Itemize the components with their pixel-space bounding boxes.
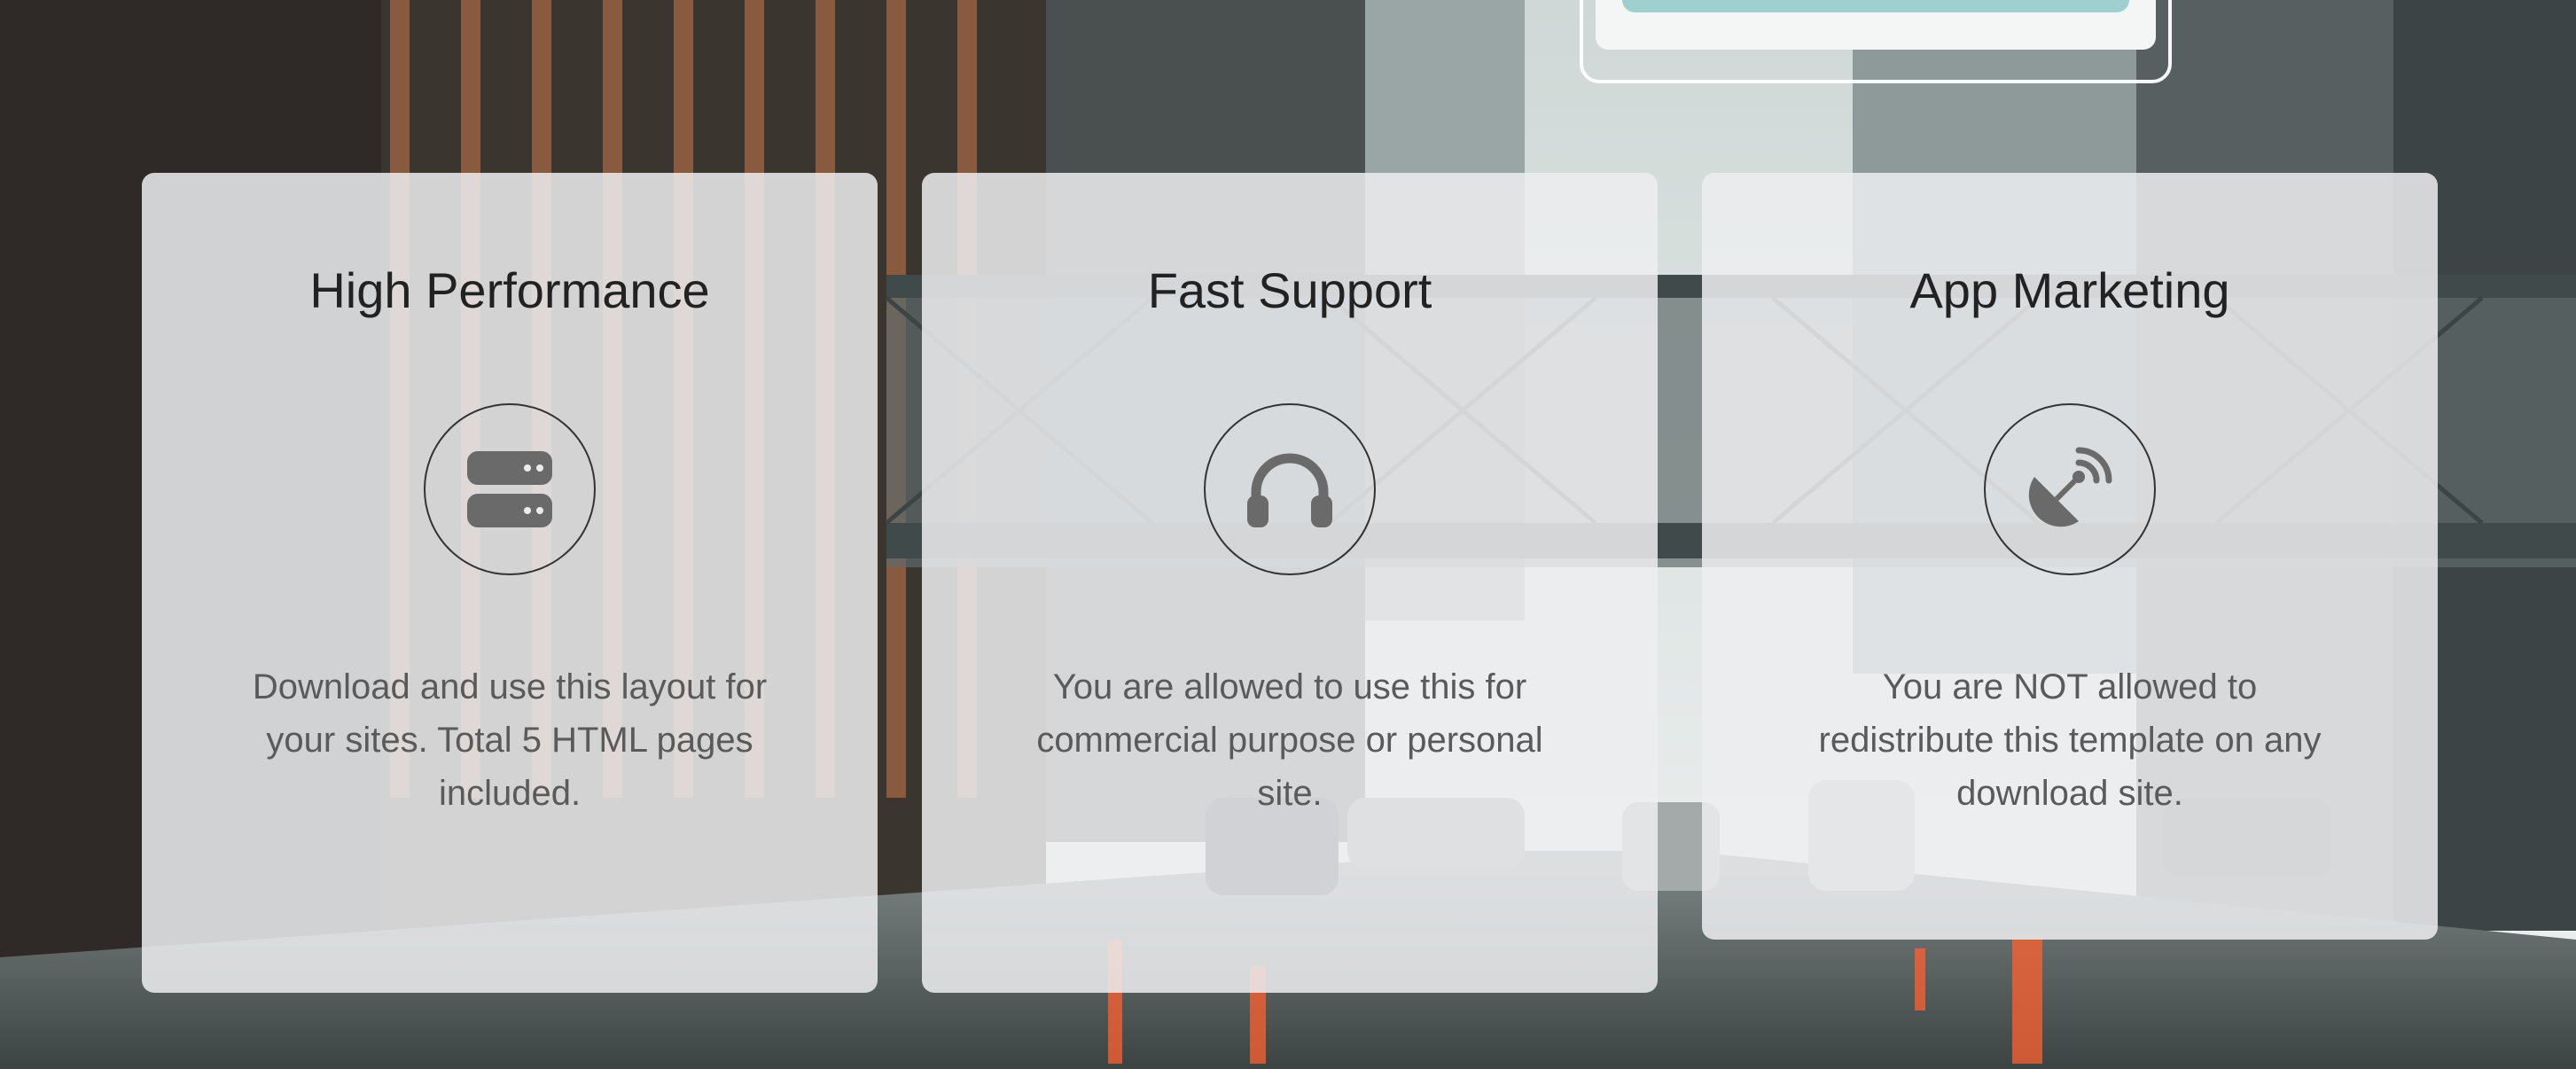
top-panel: [1580, 0, 2172, 83]
icon-circle: [1204, 403, 1376, 575]
feature-card-fast-support: Fast Support You are allowed to use this…: [922, 173, 1658, 993]
icon-circle: [1984, 403, 2156, 575]
card-description: You are allowed to use this for commerci…: [1036, 667, 1543, 813]
top-panel-inner: [1596, 0, 2156, 50]
card-title: High Performance: [309, 262, 710, 318]
card-description: You are NOT allowed to redistribute this…: [1818, 667, 2322, 813]
headphones-icon: [1247, 453, 1332, 527]
accent-bar: [1622, 0, 2129, 12]
feature-card-app-marketing: App Marketing You are NOT allowed to red…: [1702, 173, 2438, 940]
card-title: Fast Support: [1147, 262, 1432, 318]
server-icon: [467, 451, 552, 527]
card-title: App Marketing: [1909, 262, 2230, 318]
feature-card-high-performance: High Performance Download and use this l…: [142, 173, 878, 993]
icon-circle: [424, 403, 596, 575]
satellite-dish-icon: [2028, 447, 2112, 527]
card-description: Download and use this layout for your si…: [252, 667, 768, 813]
